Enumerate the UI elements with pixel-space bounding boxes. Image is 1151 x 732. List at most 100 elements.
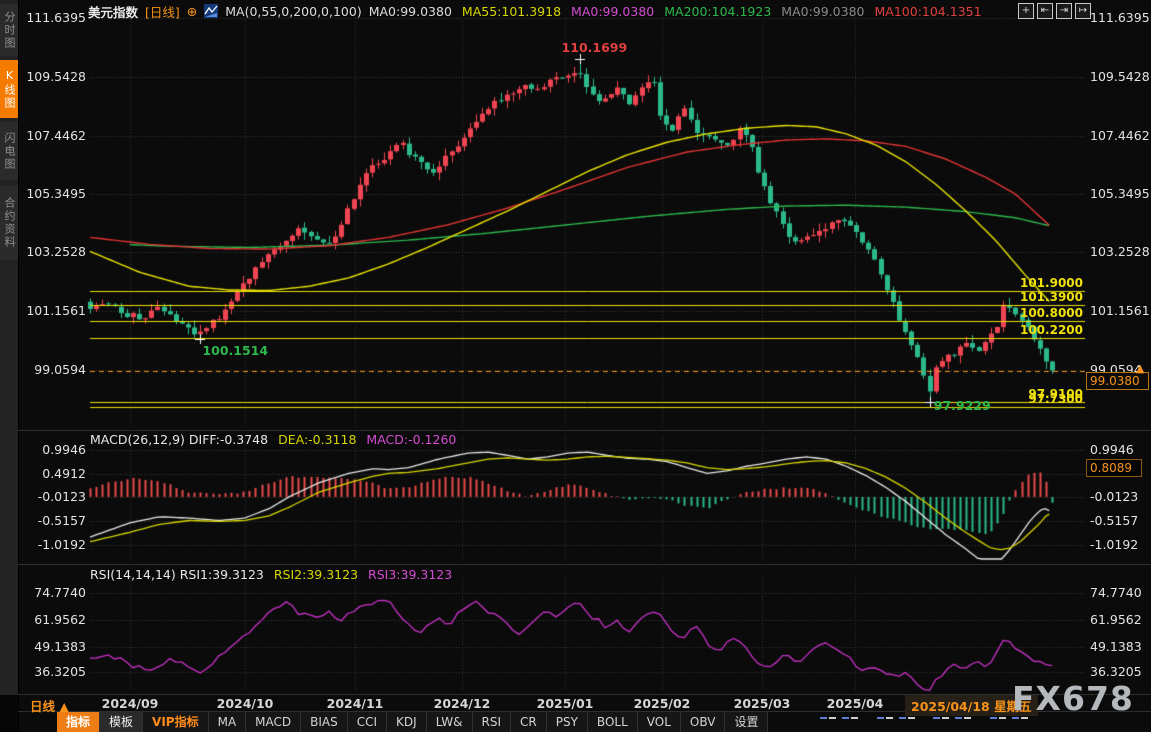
rsi-tick-right: 61.9562	[1090, 612, 1151, 628]
price-tick-right: 101.1561	[1090, 303, 1151, 319]
rsi-header: RSI(14,14,14) RSI1:39.3123 RSI2:39.3123 RS…	[90, 567, 452, 582]
symbol-title: 美元指数	[88, 2, 138, 21]
panel-separator	[18, 430, 1151, 431]
indicator-legend-item: RSI2:39.3123	[274, 567, 358, 582]
month-label: 2024/11	[327, 696, 384, 711]
ma-legend-item: MA55:101.3918	[462, 4, 561, 19]
compress-left-icon[interactable]: ⇤	[1037, 3, 1053, 19]
rsi-tick-right: 49.1383	[1090, 639, 1151, 655]
ma-legend-item: MA100:104.1351	[875, 4, 982, 19]
date-axis: 日线 ▲ 2025/04/18 星期五 2024/092024/102024/1…	[18, 695, 1151, 712]
month-label: 2024/12	[434, 696, 491, 711]
key-level-label: 97.7300	[1001, 392, 1083, 406]
indicator-legend-item: RSI3:39.3123	[368, 567, 452, 582]
rsi-tick-left: 61.9562	[20, 612, 86, 628]
macd-tick-left: -0.5157	[20, 513, 86, 529]
month-label: 2025/04	[827, 696, 884, 711]
toolbar-button-MACD[interactable]: MACD	[246, 712, 301, 732]
window-buttons: +⇤⇥↦	[1018, 3, 1091, 19]
period-tag[interactable]: [日线]	[145, 2, 180, 21]
toolbar-button-设置[interactable]: 设置	[725, 712, 768, 732]
rsi-tick-right: 74.7740	[1090, 585, 1151, 601]
toolbar-button-BIAS[interactable]: BIAS	[301, 712, 348, 732]
chart-style-icon[interactable]	[204, 4, 218, 18]
macd-value-box: 0.8089	[1086, 459, 1142, 477]
rsi-tick-left: 74.7740	[20, 585, 86, 601]
toolbar-button-模板[interactable]: 模板	[100, 712, 143, 732]
sidebar-tab-2[interactable]: K线图	[0, 60, 18, 118]
month-label: 2025/01	[537, 696, 594, 711]
toolbar-button-VIP指标[interactable]: VIP指标	[143, 712, 209, 732]
watermark-logo: FX678	[1012, 679, 1134, 718]
key-level-label: 100.2200	[1001, 323, 1083, 337]
toolbar-button-LW&[interactable]: LW&	[427, 712, 473, 732]
ma-legend-item: MA0:99.0380	[369, 4, 452, 19]
macd-tick-right: -1.0192	[1090, 537, 1151, 553]
macd-tick-left: 0.9946	[20, 442, 86, 458]
sidebar-bottom	[0, 695, 18, 732]
expand-icon[interactable]: ⊕	[187, 4, 197, 19]
sidebar: 分时图 K线图闪电图合约资料	[0, 0, 19, 732]
price-tick-left: 109.5428	[20, 69, 86, 85]
toolbar-button-OBV[interactable]: OBV	[681, 712, 726, 732]
macd-tick-right: -0.5157	[1090, 513, 1151, 529]
macd-tick-right: 0.9946	[1090, 442, 1151, 458]
price-tick-left: 103.2528	[20, 244, 86, 260]
chart-canvas[interactable]	[0, 0, 1151, 732]
sidebar-tab-4[interactable]: 合约资料	[0, 186, 18, 260]
toolbar-button-MA[interactable]: MA	[209, 712, 247, 732]
panel-separator	[18, 564, 1151, 565]
key-level-label: 101.9000	[1001, 276, 1083, 290]
toolbar-button-CCI[interactable]: CCI	[348, 712, 387, 732]
high-price-label: 110.1699	[562, 40, 628, 55]
price-tick-right: 107.4462	[1090, 128, 1151, 144]
ma-legend-item: MA0:99.0380	[781, 4, 864, 19]
toolbar-button-RSI[interactable]: RSI	[473, 712, 512, 732]
toolbar-button-PSY[interactable]: PSY	[547, 712, 588, 732]
macd-tick-left: -0.0123	[20, 489, 86, 505]
shift-right-icon[interactable]: ↦	[1075, 3, 1091, 19]
sidebar-tab-3[interactable]: 闪电图	[0, 122, 18, 180]
macd-tick-left: 0.4912	[20, 466, 86, 482]
ma-legend-item: MA0:99.0380	[571, 4, 654, 19]
toolbar-button-指标[interactable]: 指标	[57, 712, 100, 732]
indicator-legend-item: DEA:-0.3118	[278, 432, 356, 447]
price-tick-left: 111.6395	[20, 10, 86, 26]
ma-formula: MA(0,55,0,200,0,100)	[225, 4, 361, 19]
indicator-toolbar: 指标模板VIP指标MAMACDBIASCCIKDJLW&RSICRPSYBOLL…	[57, 712, 768, 732]
key-level-label: 100.8000	[1001, 306, 1083, 320]
macd-tick-right: -0.0123	[1090, 489, 1151, 505]
macd-header: MACD(26,12,9) DIFF:-0.3748 DEA:-0.3118 MAC…	[90, 432, 456, 447]
price-tick-right: 103.2528	[1090, 244, 1151, 260]
ma-legend-item: MA200:104.1923	[664, 4, 771, 19]
rsi-tick-right: 36.3205	[1090, 664, 1151, 680]
indicator-legend-item: MACD:-0.1260	[366, 432, 456, 447]
month-label: 2025/02	[634, 696, 691, 711]
rsi-tick-left: 36.3205	[20, 664, 86, 680]
low-price-label: 97.9229	[934, 398, 991, 413]
toolbar-button-VOL[interactable]: VOL	[638, 712, 681, 732]
key-level-label: 101.3900	[1001, 290, 1083, 304]
toolbar-button-BOLL[interactable]: BOLL	[588, 712, 638, 732]
ma-legend: MA0:99.0380 MA55:101.3918 MA0:99.0380 MA200…	[369, 4, 982, 19]
price-tick-right: 109.5428	[1090, 69, 1151, 85]
app-window: 分时图 K线图闪电图合约资料 美元指数 [日线] ⊕ MA(0,55,0,200,…	[0, 0, 1151, 732]
compress-right-icon[interactable]: ⇥	[1056, 3, 1072, 19]
indicator-legend-item: MACD(26,12,9) DIFF:-0.3748	[90, 432, 268, 447]
pan-icon[interactable]: +	[1018, 3, 1034, 19]
chart-header: 美元指数 [日线] ⊕ MA(0,55,0,200,0,100) MA0:99.…	[88, 3, 982, 19]
month-label: 2024/09	[102, 696, 159, 711]
sidebar-tab-1[interactable]: 分时图	[0, 4, 18, 56]
price-tick-left: 101.1561	[20, 303, 86, 319]
price-tick-right: 105.3495	[1090, 186, 1151, 202]
price-tick-left: 107.4462	[20, 128, 86, 144]
indicator-legend-item: RSI(14,14,14) RSI1:39.3123	[90, 567, 264, 582]
month-label: 2025/03	[734, 696, 791, 711]
toolbar-button-CR[interactable]: CR	[511, 712, 547, 732]
price-tick-right: 111.6395	[1090, 10, 1151, 26]
price-tick-left: 105.3495	[20, 186, 86, 202]
price-up-arrow-icon: ▲	[1136, 362, 1144, 375]
toolbar-button-KDJ[interactable]: KDJ	[387, 712, 427, 732]
price-tick-left: 99.0594	[20, 362, 86, 378]
macd-tick-left: -1.0192	[20, 537, 86, 553]
